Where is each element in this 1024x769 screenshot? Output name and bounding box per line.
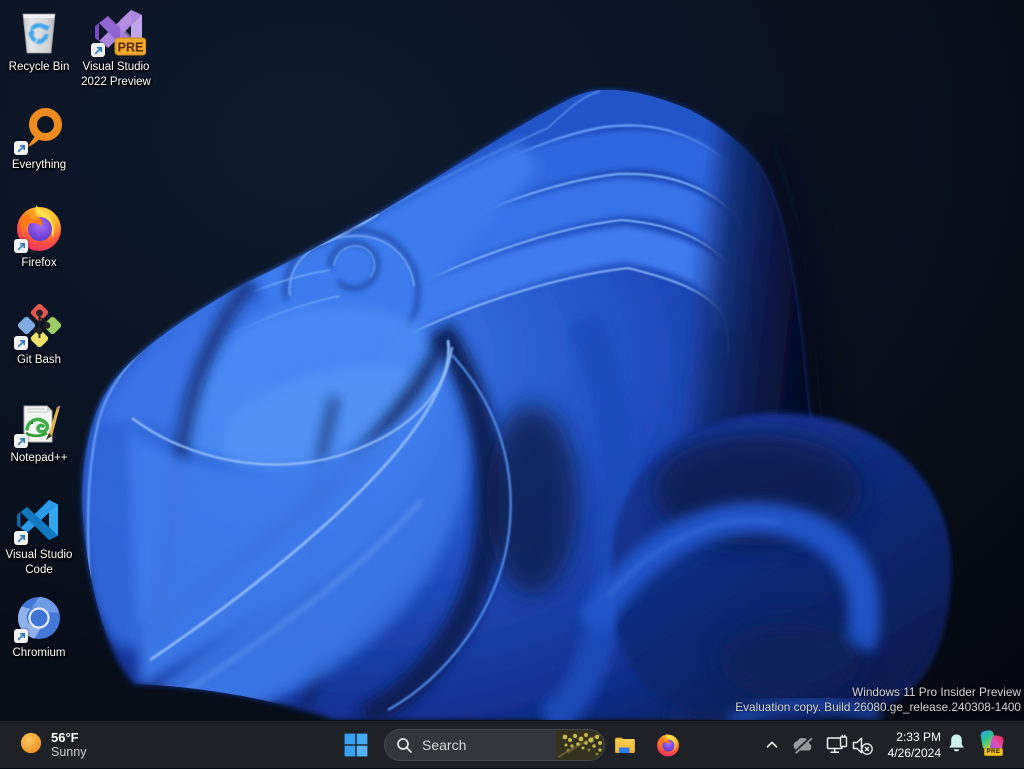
svg-text:PRE: PRE — [118, 41, 144, 55]
